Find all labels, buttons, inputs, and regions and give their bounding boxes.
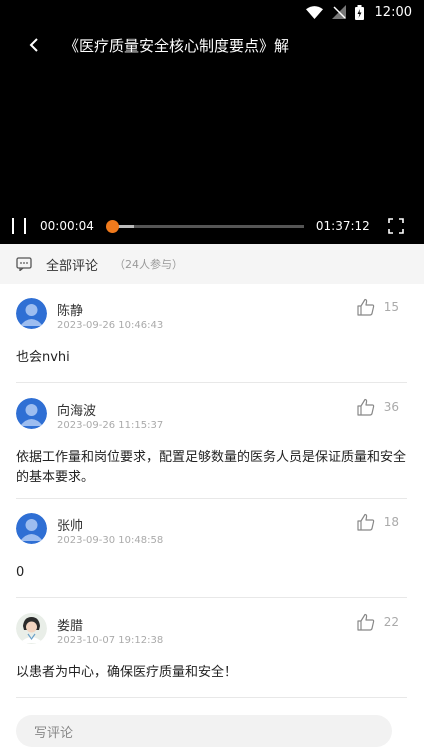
divider (16, 498, 407, 499)
like-button[interactable]: 22 (357, 613, 399, 631)
comments-header: 全部评论 （24人参与） (0, 244, 424, 284)
comment-date: 2023-09-26 11:15:37 (57, 420, 164, 431)
commenter-name: 张帅 (57, 519, 84, 534)
wifi-icon (305, 5, 323, 19)
comment-item: 陈静 2023-09-26 10:46:43 15 也会nvhi (16, 298, 407, 380)
duration-time: 01:37:12 (315, 219, 370, 233)
progress-bar[interactable] (105, 219, 304, 233)
divider (16, 697, 407, 698)
avatar[interactable] (16, 513, 47, 544)
comment-item: 娄腊 2023-10-07 19:12:38 22 以患者为中心，确保医疗质量和… (16, 613, 407, 697)
comment-text: 以患者为中心，确保医疗质量和安全！ (16, 665, 238, 680)
avatar[interactable] (16, 398, 47, 429)
bottom-bar: 写评论 (0, 706, 424, 755)
thumbs-up-icon (357, 398, 374, 416)
comment-item: 向海波 2023-09-26 11:15:37 36 依据工作量和岗位要求，配置… (16, 398, 407, 496)
video-player[interactable]: 12:00 《医疗质量安全核心制度要点》解 00:00:04 01:37:12 (0, 0, 424, 244)
battery-icon (354, 4, 364, 20)
like-count: 15 (383, 300, 399, 314)
thumbs-up-icon (357, 613, 374, 631)
status-bar: 12:00 (305, 0, 424, 24)
back-icon[interactable] (14, 32, 54, 58)
like-button[interactable]: 15 (357, 298, 399, 316)
comment-text: 依据工作量和岗位要求，配置足够数量的医务人员是保证质量和安全的基本要求。 (16, 450, 407, 485)
comment-date: 2023-09-30 10:48:58 (57, 535, 164, 546)
like-button[interactable]: 36 (357, 398, 399, 416)
commenter-name: 向海波 (57, 404, 97, 419)
comment-date: 2023-10-07 19:12:38 (57, 635, 164, 646)
like-button[interactable]: 18 (357, 513, 399, 531)
current-time: 00:00:04 (40, 219, 94, 233)
comment-text: 0 (16, 565, 25, 580)
like-count: 22 (383, 615, 399, 629)
avatar[interactable] (16, 298, 47, 329)
thumbs-up-icon (357, 298, 374, 316)
divider (16, 382, 407, 383)
divider (16, 597, 407, 598)
fullscreen-icon[interactable] (388, 218, 404, 234)
comment-input-placeholder: 写评论 (34, 725, 74, 741)
comment-bubble-icon (16, 257, 32, 271)
progress-knob[interactable] (105, 219, 119, 233)
pause-icon[interactable] (12, 218, 26, 234)
thumbs-up-icon (357, 513, 374, 531)
like-count: 36 (383, 400, 399, 414)
status-time: 12:00 (374, 4, 412, 20)
like-count: 18 (383, 515, 399, 529)
signal-icon (331, 5, 346, 19)
comment-input[interactable]: 写评论 (16, 715, 392, 747)
avatar[interactable] (16, 613, 47, 644)
commenter-name: 娄腊 (57, 619, 84, 634)
video-title: 《医疗质量安全核心制度要点》解 (64, 36, 290, 55)
comment-date: 2023-09-26 10:46:43 (57, 320, 164, 331)
comment-text: 也会nvhi (16, 350, 70, 365)
comment-item: 张帅 2023-09-30 10:48:58 18 0 (16, 513, 407, 595)
commenter-name: 陈静 (57, 304, 84, 319)
all-comments-label: 全部评论 (46, 258, 99, 274)
participants-count: （24人参与） (114, 258, 184, 271)
